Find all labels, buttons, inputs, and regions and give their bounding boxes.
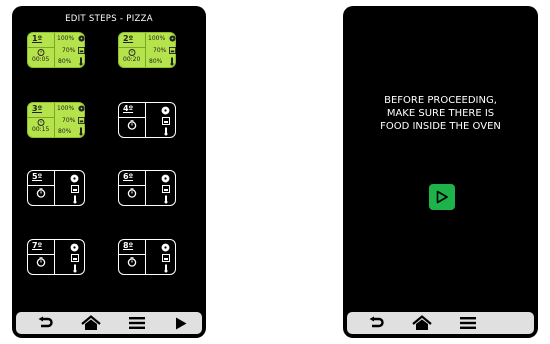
step-number: 8º [123,241,134,250]
back-button[interactable] [30,312,60,334]
menu-icon [460,317,476,329]
step-number: 1º [32,34,43,43]
play-icon [436,190,448,204]
temperature-value: 80% [149,58,163,65]
humidity-icon [78,117,85,124]
bottom-toolbar [347,312,534,334]
step-number: 6º [123,172,134,181]
step-5-card[interactable]: 5º [27,170,85,206]
back-icon [369,316,384,328]
humidity-icon [162,185,170,193]
menu-button[interactable] [122,312,152,334]
confirmation-screen: BEFORE PROCEEDING, MAKE SURE THERE IS FO… [343,6,538,338]
step-1-card[interactable]: 1º 00:05 100% 70% 80% [27,32,85,68]
bottom-toolbar [16,312,202,334]
humidity-value: 70% [62,117,76,124]
fan-icon [169,35,176,42]
step-7-card[interactable]: 7º [27,239,85,275]
fan-icon [161,174,170,183]
step-number: 4º [123,104,134,113]
step-time: 00:20 [123,56,141,63]
edit-steps-screen: EDIT STEPS - PIZZA 1º 00:05 100% 70% 80%… [12,6,206,338]
step-number: 3º [32,104,43,113]
humidity-icon [169,47,176,54]
play-icon [176,317,187,329]
fan-icon [161,243,170,252]
thermometer-icon [170,57,174,66]
message-line: FOOD INSIDE THE OVEN [380,121,501,132]
fan-icon [70,243,79,252]
warning-message: BEFORE PROCEEDING, MAKE SURE THERE IS FO… [343,94,538,133]
timer-icon [37,119,45,126]
step-time: 00:05 [32,56,50,63]
step-6-card[interactable]: 6º [118,170,176,206]
step-4-card[interactable]: 4º [118,102,176,138]
menu-icon [129,317,145,329]
thermometer-icon [79,127,83,136]
thermometer-icon [73,264,77,273]
home-button[interactable] [76,312,106,334]
thermometer-icon [164,195,168,204]
humidity-icon [71,254,79,262]
message-line: MAKE SURE THERE IS [386,108,495,119]
home-button[interactable] [407,312,437,334]
thermometer-icon [164,127,168,136]
fan-icon [78,35,85,42]
timer-icon [127,188,137,198]
step-number: 2º [123,34,134,43]
step-number: 5º [32,172,43,181]
step-time: 00:15 [32,126,50,133]
timer-icon [37,49,45,56]
fan-icon [161,106,170,115]
message-line: BEFORE PROCEEDING, [384,95,497,106]
fan-icon [78,105,85,112]
thermometer-icon [73,195,77,204]
humidity-value: 70% [62,47,76,54]
fan-icon [70,174,79,183]
timer-icon [127,120,137,130]
humidity-icon [71,185,79,193]
thermometer-icon [164,264,168,273]
step-number: 7º [32,241,43,250]
timer-icon [128,49,136,56]
start-button[interactable] [429,184,455,210]
back-icon [38,316,53,328]
timer-icon [36,188,46,198]
step-8-card[interactable]: 8º [118,239,176,275]
humidity-icon [162,254,170,262]
temperature-value: 80% [58,58,72,65]
humidity-value: 70% [153,47,167,54]
step-3-card[interactable]: 3º 00:15 100% 70% 80% [27,102,85,138]
humidity-icon [78,47,85,54]
thermometer-icon [79,57,83,66]
fan-value: 100% [57,105,75,112]
menu-button[interactable] [453,312,483,334]
fan-value: 100% [57,35,75,42]
screen-title: EDIT STEPS - PIZZA [65,14,153,24]
temperature-value: 80% [58,128,72,135]
timer-icon [36,257,46,267]
home-icon [412,315,432,330]
humidity-icon [162,117,170,125]
back-button[interactable] [361,312,391,334]
home-icon [81,315,101,330]
timer-icon [127,257,137,267]
step-2-card[interactable]: 2º 00:20 100% 70% 80% [118,32,176,68]
fan-value: 100% [148,35,166,42]
play-button[interactable] [166,312,196,334]
